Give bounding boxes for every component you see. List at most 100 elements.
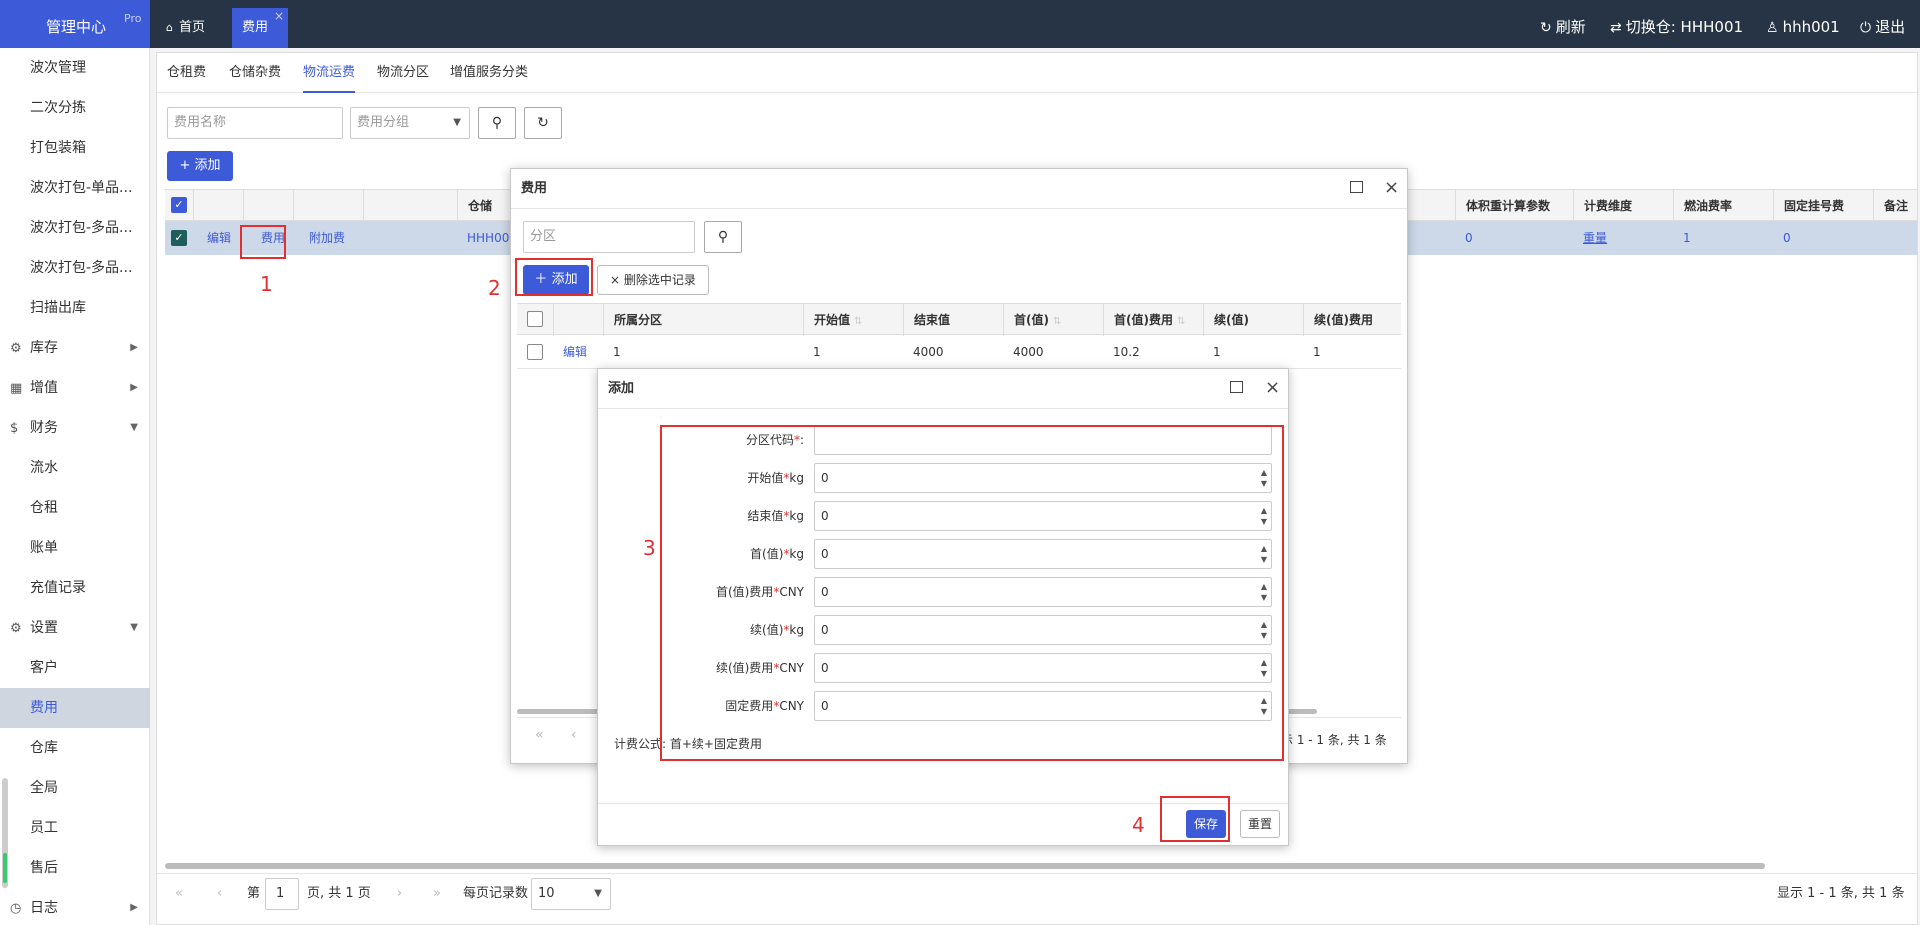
select-all-checkbox[interactable]: ✓ [171,197,187,213]
fee-name-input[interactable]: 费用名称 [167,107,343,139]
search-button[interactable]: ⚲ [478,107,516,139]
zone-search-input[interactable]: 分区 [523,221,695,253]
zone-pager-summary: 示 1 - 1 条, 共 1 条 [1281,733,1387,747]
brand[interactable]: 管理中心 Pro [0,0,150,48]
search-icon: ⚲ [491,115,503,131]
sidebar-group-label: 财务 [30,420,58,436]
sidebar-item-rent[interactable]: 仓租 [0,488,150,528]
sidebar-group-log[interactable]: ◷ 日志 ▶ [0,888,150,925]
last-page-icon[interactable]: » [433,874,441,914]
next-page-icon[interactable]: › [397,874,402,914]
add-fee-button[interactable]: + 添加 [167,151,233,181]
sort-icon[interactable]: ⇅ [1177,316,1185,327]
row-edit-link[interactable]: 编辑 [563,335,587,369]
brand-title: 管理中心 [46,18,107,36]
page-input[interactable]: 1 [265,878,299,910]
home-icon: ⌂ [166,21,173,34]
tab-fee[interactable]: 费用 × [232,8,288,48]
delete-selected-button[interactable]: × 删除选中记录 [597,265,709,295]
sort-icon[interactable]: ⇅ [1053,316,1061,327]
maximize-icon[interactable] [1230,381,1243,393]
zone-header-cell [553,304,603,336]
maximize-icon[interactable] [1350,181,1363,193]
search-icon: ⚲ [717,229,729,245]
row-edit-link[interactable]: 编辑 [207,221,231,255]
add-dialog-title: 添加 [598,369,1288,409]
logout-button[interactable]: ⏻ 退出 [1860,0,1905,48]
fee-group-select[interactable]: 费用分组 ▼ [350,107,470,139]
sidebar-item-sort[interactable]: 二次分拣 [0,88,150,128]
tab-storage-misc[interactable]: 仓储杂费 [229,53,281,93]
sidebar-item-customer[interactable]: 客户 [0,648,150,688]
sidebar-group-finance[interactable]: $ 财务 ▼ [0,408,150,448]
refresh-icon: ↻ [1540,20,1552,36]
grid-horizontal-scrollbar[interactable] [165,863,1765,869]
caret-right-icon: ▶ [130,382,138,393]
clock-icon: ◷ [10,901,22,916]
zone-search-button[interactable]: ⚲ [704,221,742,253]
zone-header-first-fee: 首(值)费用 ⇅ [1103,304,1203,336]
sidebar-item-bill[interactable]: 账单 [0,528,150,568]
first-page-icon[interactable]: « [535,727,544,743]
switch-warehouse-button[interactable]: ⇄ 切换仓: HHH001 [1610,0,1743,48]
grid-header-cell [243,190,293,222]
tab-logistics-zone[interactable]: 物流分区 [377,53,429,93]
table-row[interactable]: 编辑 1 1 4000 4000 10.2 1 1 [517,335,1401,369]
sidebar-item-aftersale[interactable]: 售后 [0,848,150,888]
row-surcharge-link[interactable]: 附加费 [309,221,345,255]
zone-header-next-fee: 续(值)费用 [1303,304,1401,336]
row-dimension-link[interactable]: 重量 [1583,221,1607,255]
zone-header-start-label: 开始值 [814,313,851,327]
annotation-number-1: 1 [260,272,273,296]
prev-page-icon[interactable]: ‹ [217,874,222,914]
close-icon[interactable]: × [274,0,284,36]
refresh-button[interactable]: ↻ 刷新 [1540,0,1586,48]
sidebar-group-settings[interactable]: ⚙ 设置 ▼ [0,608,150,648]
tab-logistics-fee[interactable]: 物流运费 [303,53,356,93]
refresh-label: 刷新 [1555,18,1586,36]
close-icon[interactable]: × [1384,177,1399,198]
fee-group-placeholder: 费用分组 [357,115,410,130]
sidebar-item-wave[interactable]: 波次管理 [0,48,150,88]
sidebar-item-wave-multi[interactable]: 波次打包-多品... [0,208,150,248]
sidebar-group-inventory[interactable]: ⚙ 库存 ▶ [0,328,150,368]
close-icon[interactable]: × [1265,377,1280,398]
refresh-grid-button[interactable]: ↻ [524,107,562,139]
row-checkbox[interactable]: ✓ [171,230,187,246]
sidebar-item-pack[interactable]: 打包装箱 [0,128,150,168]
annotation-number-3: 3 [643,536,656,560]
logout-label: 退出 [1875,18,1906,36]
sidebar-item-warehouse[interactable]: 仓库 [0,728,150,768]
sidebar-item-fee[interactable]: 费用 [0,688,150,728]
sidebar-item-staff[interactable]: 员工 [0,808,150,848]
sidebar-item-global[interactable]: 全局 [0,768,150,808]
row-checkbox[interactable] [527,344,543,360]
tab-home[interactable]: ⌂ 首页 [154,8,220,48]
tab-fee-label: 费用 [242,20,269,35]
sidebar-item-flow[interactable]: 流水 [0,448,150,488]
sidebar-item-wave-single[interactable]: 波次打包-单品... [0,168,150,208]
reset-button[interactable]: 重置 [1240,810,1280,838]
select-all-checkbox[interactable] [527,311,543,327]
gear-icon: ⚙ [10,621,22,636]
sidebar-group-label: 增值 [30,380,58,396]
per-page-label: 每页记录数 [463,886,529,901]
sidebar-item-scan-out[interactable]: 扫描出库 [0,288,150,328]
zone-header-first-fee-label: 首(值)费用 [1114,313,1173,327]
sidebar-group-value[interactable]: ▦ 增值 ▶ [0,368,150,408]
per-page-select[interactable]: 10 ▼ [531,878,611,910]
prev-page-icon[interactable]: ‹ [571,727,577,743]
sort-icon[interactable]: ⇅ [854,316,862,327]
user-menu[interactable]: ♙ hhh001 [1766,0,1840,48]
first-page-icon[interactable]: « [175,874,183,914]
grid-header-cell [293,190,363,222]
sidebar-group-label: 日志 [30,900,58,916]
sidebar-item-wave-multi-2[interactable]: 波次打包-多品... [0,248,150,288]
close-icon: × [610,273,624,287]
row-fuel: 1 [1683,231,1691,245]
row-zone: 1 [613,345,621,359]
page-prefix: 第 [247,886,261,901]
tab-rent-fee[interactable]: 仓租费 [167,53,206,93]
sidebar-item-recharge[interactable]: 充值记录 [0,568,150,608]
tab-value-service[interactable]: 增值服务分类 [450,53,528,93]
